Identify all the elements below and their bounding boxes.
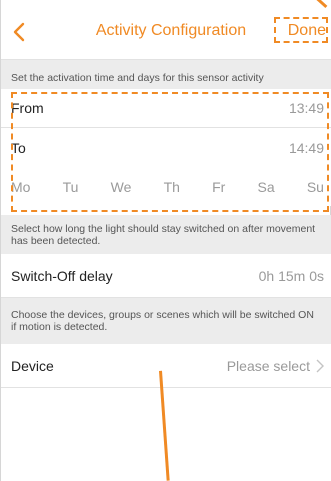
day-tuesday[interactable]: Tu — [63, 179, 79, 195]
device-description-text: Choose the devices, groups or scenes whi… — [11, 309, 314, 333]
schedule-description-text: Set the activation time and days for thi… — [11, 72, 264, 84]
device-label: Device — [11, 357, 54, 374]
empty-content-area — [1, 388, 331, 481]
from-time-row[interactable]: From 13:49 — [1, 89, 331, 128]
schedule-description: Set the activation time and days for thi… — [1, 60, 331, 89]
header-bar: Activity Configuration Done — [1, 0, 331, 60]
switch-off-value: 0h 15m 0s — [258, 267, 324, 284]
day-wednesday[interactable]: We — [111, 179, 132, 195]
device-description: Choose the devices, groups or scenes whi… — [1, 298, 331, 344]
to-label: To — [11, 140, 26, 156]
to-value: 14:49 — [288, 140, 324, 156]
device-row[interactable]: Device Please select — [1, 344, 331, 388]
device-value: Please select — [226, 357, 310, 374]
to-time-row[interactable]: To 14:49 — [1, 128, 331, 168]
weekday-selector: Mo Tu We Th Fr Sa Su — [1, 168, 331, 206]
day-sunday[interactable]: Su — [307, 179, 324, 195]
switch-off-delay-row[interactable]: Switch-Off delay 0h 15m 0s — [1, 254, 331, 298]
back-button[interactable] — [5, 18, 33, 46]
switch-off-description-text: Select how long the light should stay sw… — [11, 222, 316, 247]
day-monday[interactable]: Mo — [11, 179, 30, 195]
day-thursday[interactable]: Th — [164, 179, 180, 195]
done-button[interactable]: Done — [288, 22, 326, 40]
day-friday[interactable]: Fr — [212, 179, 225, 195]
from-value: 13:49 — [288, 100, 324, 116]
chevron-right-icon — [316, 359, 324, 372]
day-saturday[interactable]: Sa — [258, 179, 275, 195]
switch-off-description: Select how long the light should stay sw… — [1, 215, 331, 254]
screen: Activity Configuration Done Set the acti… — [0, 0, 331, 481]
chevron-left-icon — [13, 22, 25, 42]
page-title: Activity Configuration — [95, 22, 247, 39]
from-label: From — [11, 100, 44, 116]
switch-off-label: Switch-Off delay — [11, 267, 113, 284]
